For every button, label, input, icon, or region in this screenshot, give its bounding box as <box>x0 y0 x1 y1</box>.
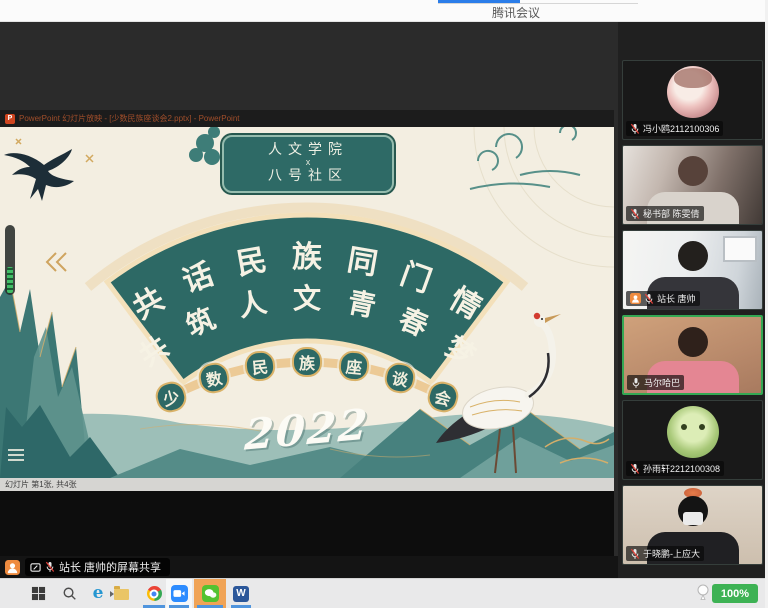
participant-tile[interactable]: 冯小鸥2112100306 <box>622 60 763 140</box>
windows-icon <box>31 586 46 601</box>
volume-indicator <box>5 225 15 295</box>
share-banner: 站长 唐帅的屏幕共享 <box>0 556 618 578</box>
share-banner-text: 站长 唐帅的屏幕共享 <box>59 559 161 575</box>
presentation-slide: 人文学院 x 八号社区 共话民族同门情 共筑人文青春梦 少数民族座谈会 2022 <box>0 127 614 478</box>
shared-screen-stage: P PowerPoint 幻灯片放映 - [少数民族座谈会2.pptx] - P… <box>0 22 618 578</box>
mic-muted-icon <box>45 561 55 573</box>
annotation-icon <box>30 562 41 573</box>
balloon-icon[interactable] <box>696 584 710 601</box>
battery-indicator[interactable]: 100% <box>712 584 758 603</box>
volume-level <box>7 267 13 293</box>
file-explorer[interactable] <box>108 579 134 608</box>
avatar <box>667 406 719 458</box>
mic-on-icon <box>631 377 641 389</box>
participant-label: 站长 唐帅 <box>626 291 700 306</box>
participant-label: 于晓鹏-上应大 <box>626 546 704 561</box>
screenshot-root: 腾讯会议 P PowerPoint 幻灯片放映 - [少数民族座谈会2.pptx… <box>0 0 768 608</box>
mic-muted-icon <box>630 123 640 135</box>
search-icon <box>62 586 77 601</box>
participant-tile[interactable]: 马尔哈巴 <box>622 315 763 395</box>
word-icon: W <box>233 586 249 602</box>
participant-tile[interactable]: 站长 唐帅 <box>622 230 763 310</box>
participant-tile[interactable]: 秘书部 陈雯倩 <box>622 145 763 225</box>
avatar <box>667 66 719 118</box>
stage-bottom <box>0 491 614 556</box>
mic-muted-icon <box>644 293 654 305</box>
plaque-line2: 八号社区 <box>224 167 392 184</box>
word[interactable]: W <box>228 579 254 608</box>
mic-muted-icon <box>630 208 640 220</box>
participant-name: 秘书部 陈雯倩 <box>643 207 700 220</box>
participant-name: 马尔哈巴 <box>644 376 680 389</box>
participant-label: 秘书部 陈雯倩 <box>626 206 704 221</box>
ppt-titlebar: P PowerPoint 幻灯片放映 - [少数民族座谈会2.pptx] - P… <box>0 110 614 127</box>
chrome-icon <box>147 586 162 601</box>
wechat[interactable] <box>194 579 226 608</box>
participant-label: 马尔哈巴 <box>627 375 684 390</box>
slide-plaque: 人文学院 x 八号社区 <box>222 135 394 193</box>
taskbar: e W 100% <box>0 578 768 608</box>
share-banner-pill: 站长 唐帅的屏幕共享 <box>25 558 170 576</box>
progress-bar <box>438 0 520 3</box>
ppt-statusbar: 幻灯片 第1张, 共4张 <box>0 478 614 491</box>
tencent-meeting[interactable] <box>166 579 192 608</box>
article-header: 腾讯会议 <box>0 0 768 22</box>
powerpoint-icon: P <box>5 114 15 124</box>
participant-tile[interactable]: 于晓鹏-上应大 <box>622 485 763 565</box>
participant-name: 于晓鹏-上应大 <box>643 547 700 560</box>
folder-icon <box>114 589 129 600</box>
menu-icon <box>8 449 24 464</box>
mic-muted-icon <box>630 463 640 475</box>
participant-label: 冯小鸥2112100306 <box>626 121 723 136</box>
participant-name: 孙雨轩2212100308 <box>643 462 720 475</box>
ppt-status-text: 幻灯片 第1张, 共4张 <box>5 480 77 489</box>
participant-tile[interactable]: 孙雨轩2212100308 <box>622 400 763 480</box>
screen-share-badge <box>5 560 20 575</box>
chrome[interactable] <box>140 579 168 608</box>
page-title: 腾讯会议 <box>492 4 540 21</box>
meeting-icon <box>171 585 188 602</box>
participant-label: 孙雨轩2212100308 <box>626 461 724 476</box>
participants-sidebar: 冯小鸥2112100306 秘书部 陈雯倩站长 唐帅马尔哈巴孙雨轩22121003… <box>618 22 768 578</box>
ppt-title-text: PowerPoint 幻灯片放映 - [少数民族座谈会2.pptx] - Pow… <box>19 113 240 124</box>
start-button[interactable] <box>24 579 52 608</box>
mic-muted-icon <box>630 548 640 560</box>
participant-name: 冯小鸥2112100306 <box>643 122 719 135</box>
participant-name: 站长 唐帅 <box>657 292 696 305</box>
plaque-x: x <box>224 158 392 167</box>
screen-share-badge <box>630 293 641 304</box>
ie-icon: e <box>93 585 104 602</box>
wechat-icon <box>202 585 219 602</box>
plaque-line1: 人文学院 <box>224 141 392 158</box>
meeting-window: P PowerPoint 幻灯片放映 - [少数民族座谈会2.pptx] - P… <box>0 22 768 578</box>
search-button[interactable] <box>56 579 82 608</box>
